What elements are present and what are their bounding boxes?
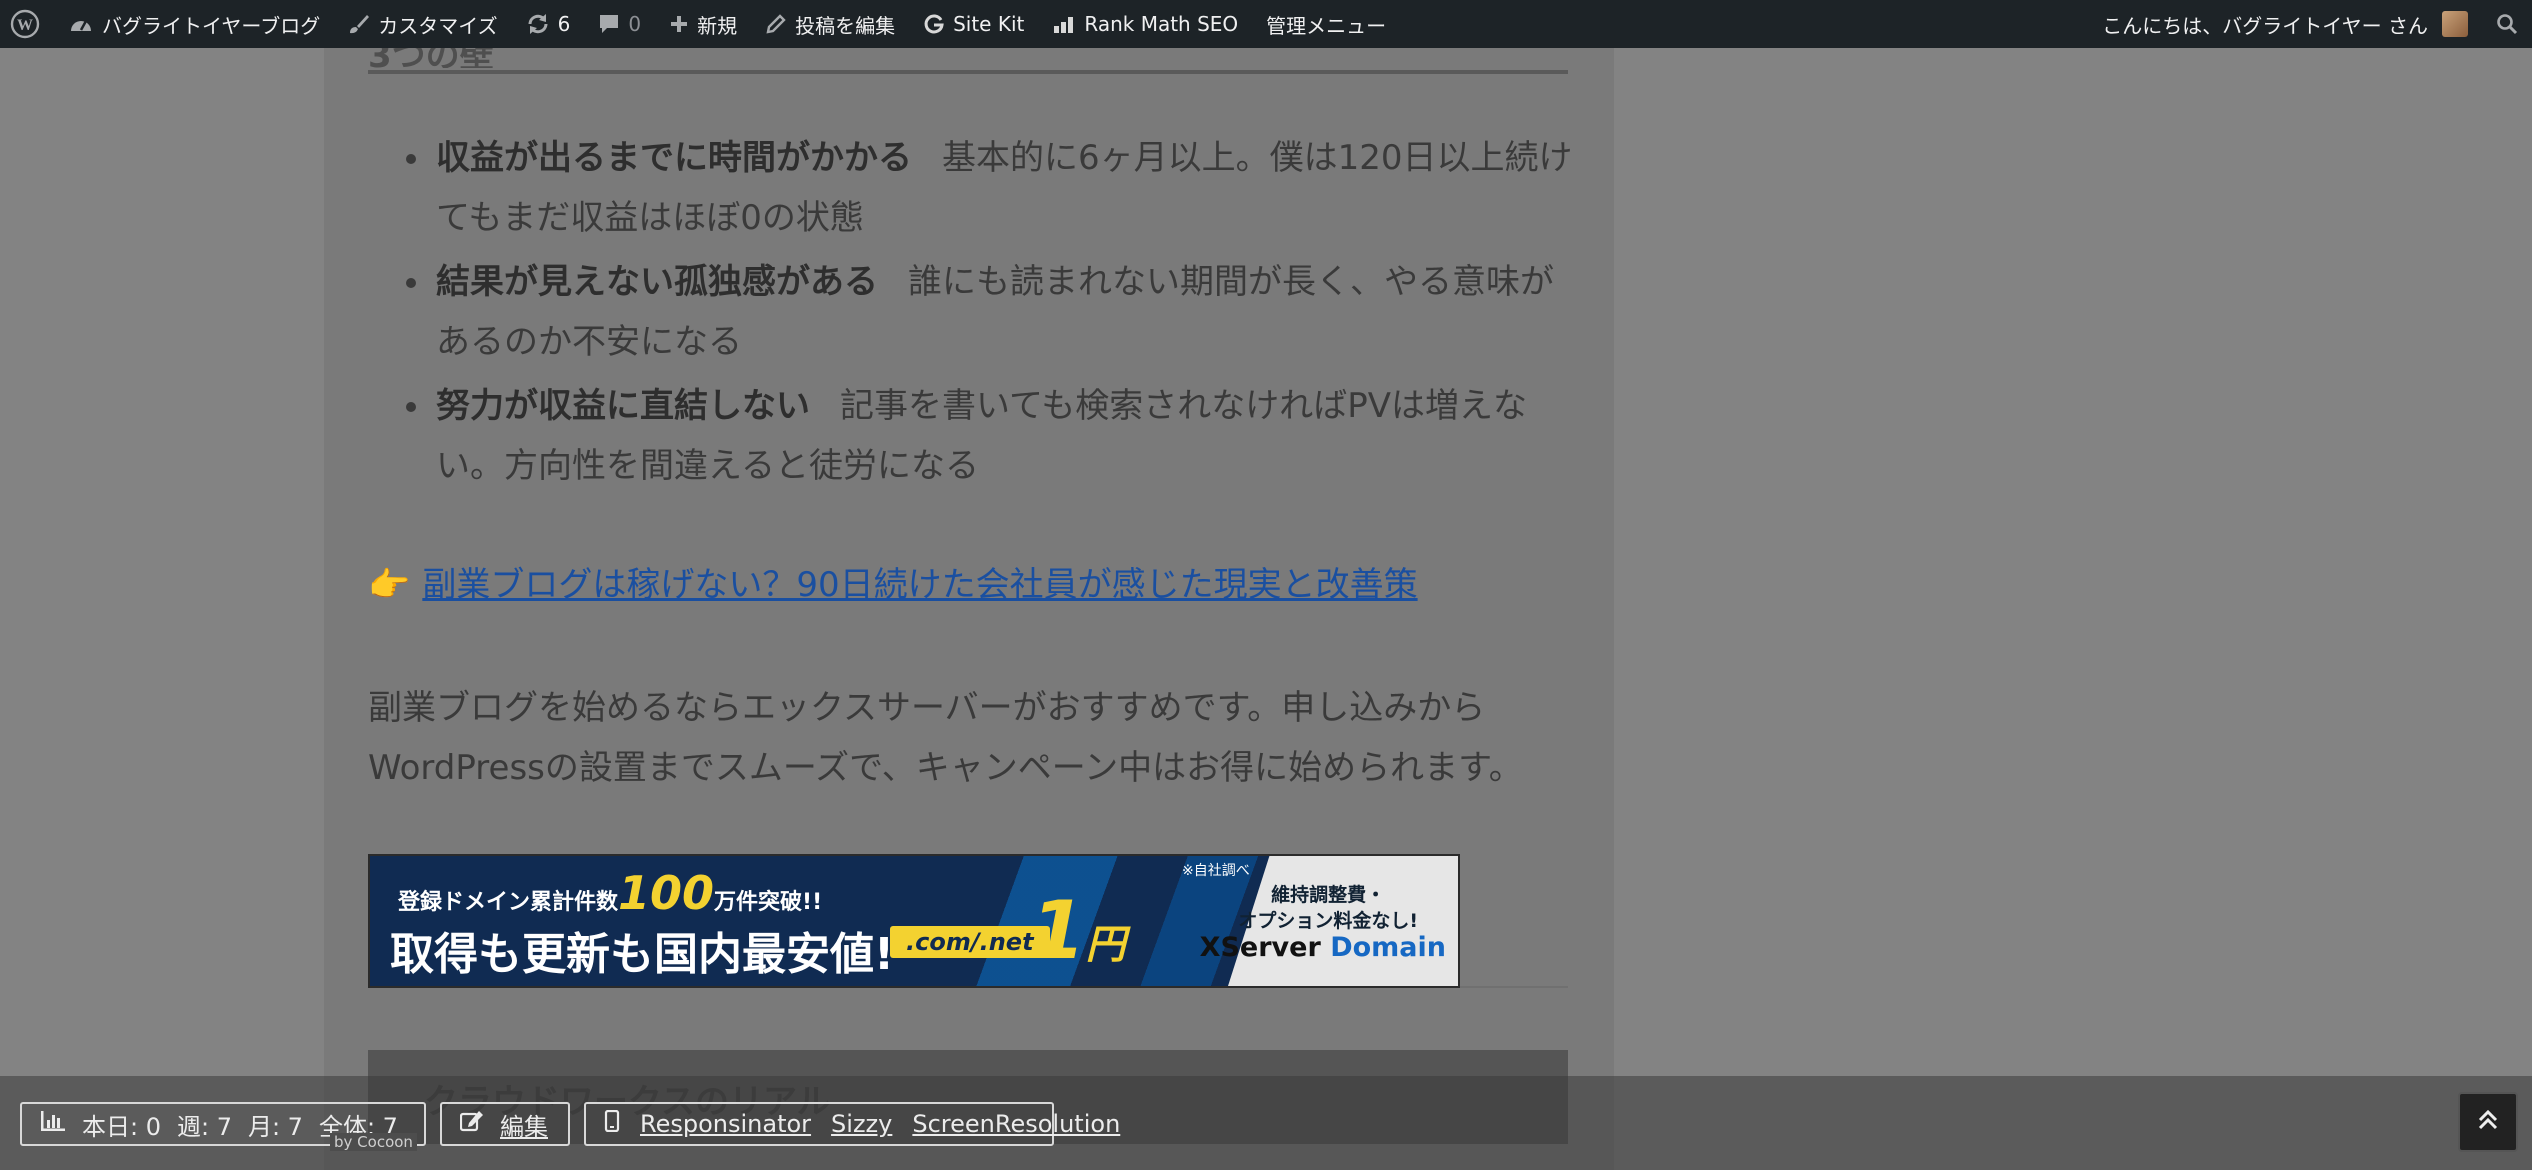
double-chevron-up-icon (2475, 1107, 2501, 1137)
banner-price: 1円 (1030, 884, 1126, 977)
sitekit-label: Site Kit (953, 12, 1025, 36)
plus-icon (669, 14, 689, 34)
responsive-tools: Responsinator Sizzy ScreenResolution (584, 1102, 1120, 1146)
related-article-link[interactable]: 副業ブログは稼げない？90日続けた会社員が感じた現実と改善策 (422, 560, 1417, 610)
wordpress-logo[interactable]: W (0, 0, 54, 48)
banner-price-value: 1 (1030, 884, 1086, 977)
customize-label: カスタマイズ (378, 13, 498, 38)
list-item: 努力が収益に直結しない 記事を書いても検索されなければPVは増えない。方向性を間違… (374, 376, 1574, 496)
wordpress-icon: W (10, 9, 40, 39)
banner-headline-prefix: 登録ドメイン累計件数 (398, 890, 619, 915)
heading-underline (368, 70, 1568, 74)
comments-count: 0 (628, 12, 642, 36)
count-today: 本日: 0 (82, 1112, 161, 1141)
edit-icon (459, 1110, 484, 1138)
banner-brand-a: XServer (1199, 932, 1331, 963)
admin-footer-toolbar: 本日: 0 週: 7 月: 7 全体: 7 編集 Responsinator S… (0, 1076, 2532, 1170)
xserver-domain-banner[interactable]: 登録ドメイン累計件数100万件突破!! 取得も更新も国内最安値! .com/.n… (368, 854, 1460, 988)
admin-bar: W バグライトイヤーブログ カスタマイズ 6 0 新規 投稿を編集 Site K… (0, 0, 2532, 48)
sizzy-link[interactable]: Sizzy (831, 1110, 892, 1138)
brush-icon (348, 13, 370, 35)
list-item-title: 結果が見えない孤独感がある (436, 262, 878, 302)
by-cocoon-label: by Cocoon (330, 1133, 417, 1151)
body-paragraph: 副業ブログを始めるならエックスサーバーがおすすめです。申し込みからWordPre… (368, 688, 1523, 788)
pointing-hand-icon: 👉 (368, 565, 411, 605)
sitekit-menu[interactable]: Site Kit (909, 0, 1038, 48)
count-week: 週: 7 (176, 1112, 232, 1141)
customize-link[interactable]: カスタマイズ (334, 0, 511, 48)
new-label: 新規 (697, 13, 738, 38)
dashboard-icon (68, 13, 94, 35)
google-g-icon (923, 13, 945, 35)
divider (1460, 986, 1568, 988)
svg-text:W: W (17, 17, 33, 34)
avatar (2442, 11, 2468, 37)
search-button[interactable] (2482, 0, 2532, 48)
screenresolution-link[interactable]: ScreenResolution (912, 1110, 1120, 1138)
edit-post-label: 投稿を編集 (795, 13, 896, 38)
count-month: 月: 7 (247, 1112, 303, 1141)
admin-menu-label: 管理メニュー (1266, 13, 1387, 38)
rankmath-menu[interactable]: Rank Math SEO (1038, 0, 1252, 48)
refresh-icon (526, 12, 550, 36)
banner-right-text-1: 維持調整費・ (1271, 884, 1386, 906)
pencil-icon (765, 13, 787, 35)
new-content-menu[interactable]: 新規 (655, 0, 751, 48)
banner-brand: XServer Domain (1200, 932, 1446, 963)
banner-right-text: 維持調整費・ オプション料金なし! (1238, 882, 1418, 934)
bar-chart-icon (40, 1110, 66, 1138)
rankmath-label: Rank Math SEO (1084, 12, 1239, 36)
drawback-list: 収益が出るまでに時間がかかる 基本的に6ヶ月以上。僕は120日以上続けてもまだ収益… (374, 128, 1574, 500)
banner-price-unit: 円 (1085, 922, 1126, 968)
list-item: 収益が出るまでに時間がかかる 基本的に6ヶ月以上。僕は120日以上続けてもまだ収益… (374, 128, 1574, 248)
list-item-title: 努力が収益に直結しない (436, 386, 810, 426)
banner-headline-suffix: 万件突破!! (714, 890, 823, 915)
edit-link[interactable]: 編集 (500, 1107, 548, 1142)
banner-tagline: 取得も更新も国内最安値! (390, 929, 895, 980)
comments-link[interactable]: 0 (584, 0, 655, 48)
site-name: バグライトイヤーブログ (102, 13, 321, 38)
banner-brand-b: Domain (1330, 932, 1446, 963)
greeting: こんにちは、バグライトイヤー さん (2102, 13, 2428, 38)
responsinator-link[interactable]: Responsinator (640, 1110, 811, 1138)
list-item: 結果が見えない孤独感がある 誰にも読まれない期間が長く、やる意味があるのか不安にな… (374, 252, 1574, 372)
banner-headline-number: 100 (618, 866, 715, 920)
banner-note: ※自社調べ (1182, 863, 1250, 879)
edit-button[interactable]: 編集 (440, 1102, 570, 1146)
go-to-top-button[interactable] (2458, 1092, 2518, 1152)
banner-right-text-2: オプション料金なし! (1238, 910, 1418, 932)
banner-tld-pill: .com/.net (890, 926, 1050, 958)
mobile-icon (604, 1109, 620, 1138)
updates-count: 6 (557, 12, 571, 36)
site-name-menu[interactable]: バグライトイヤーブログ (54, 0, 334, 48)
updates-link[interactable]: 6 (512, 0, 585, 48)
related-article: 👉 副業ブログは稼げない？90日続けた会社員が感じた現実と改善策 (368, 560, 1418, 610)
edit-post-link[interactable]: 投稿を編集 (751, 0, 909, 48)
my-account-menu[interactable]: こんにちは、バグライトイヤー さん (2088, 0, 2482, 48)
admin-menu-link[interactable]: 管理メニュー (1252, 0, 1400, 48)
list-item-title: 収益が出るまでに時間がかかる (436, 138, 912, 178)
rankmath-icon (1052, 13, 1076, 35)
comment-icon (598, 13, 620, 35)
search-icon (2496, 13, 2518, 35)
article-content: 3つの壁 収益が出るまでに時間がかかる 基本的に6ヶ月以上。僕は120日以上続けて… (324, 36, 1614, 1170)
banner-headline: 登録ドメイン累計件数100万件突破!! (398, 866, 822, 920)
